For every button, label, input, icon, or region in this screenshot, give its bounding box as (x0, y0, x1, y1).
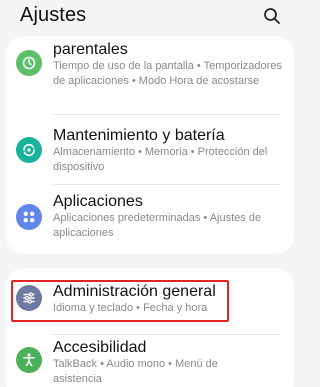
settings-item-device-care[interactable]: Mantenimiento y batería Almacenamiento •… (6, 120, 294, 180)
settings-item-general-management[interactable]: Administración general Idioma y teclado … (6, 268, 294, 326)
settings-item-title: Administración general (53, 283, 216, 300)
settings-card-top: parentales Tiempo de uso de la pantalla … (6, 36, 294, 254)
settings-card-bottom: Administración general Idioma y teclado … (6, 268, 294, 387)
settings-item-subtitle: Tiempo de uso de la pantalla • Temporiza… (53, 60, 282, 87)
settings-item-apps[interactable]: Aplicaciones Aplicaciones predeterminada… (6, 188, 294, 250)
accessibility-icon (16, 347, 42, 373)
settings-item-title: Mantenimiento y batería (53, 127, 225, 144)
sliders-icon (16, 285, 42, 311)
divider (53, 334, 280, 335)
settings-item-title: parentales (53, 41, 128, 58)
settings-item-subtitle: TalkBack • Audio mono • Menú de asistenc… (53, 358, 218, 385)
settings-item-subtitle: Aplicaciones predeterminadas • Ajustes d… (53, 212, 262, 239)
parental-controls-icon (16, 50, 42, 76)
search-icon (264, 8, 280, 24)
apps-grid-icon (16, 204, 42, 230)
settings-item-title: Aplicaciones (53, 193, 143, 210)
device-care-icon (16, 137, 42, 163)
settings-item-accessibility[interactable]: Accesibilidad TalkBack • Audio mono • Me… (6, 338, 294, 387)
settings-item-parental-controls[interactable]: parentales Tiempo de uso de la pantalla … (6, 36, 294, 106)
search-button[interactable] (262, 6, 282, 26)
divider (53, 184, 280, 185)
settings-item-subtitle: Idioma y teclado • Fecha y hora (53, 302, 208, 314)
app-header: Ajustes (0, 0, 300, 34)
divider (53, 114, 280, 115)
settings-item-subtitle: Almacenamiento • Memoria • Protección de… (53, 146, 268, 173)
settings-item-title: Accesibilidad (53, 339, 147, 356)
page-title: Ajustes (20, 4, 87, 26)
